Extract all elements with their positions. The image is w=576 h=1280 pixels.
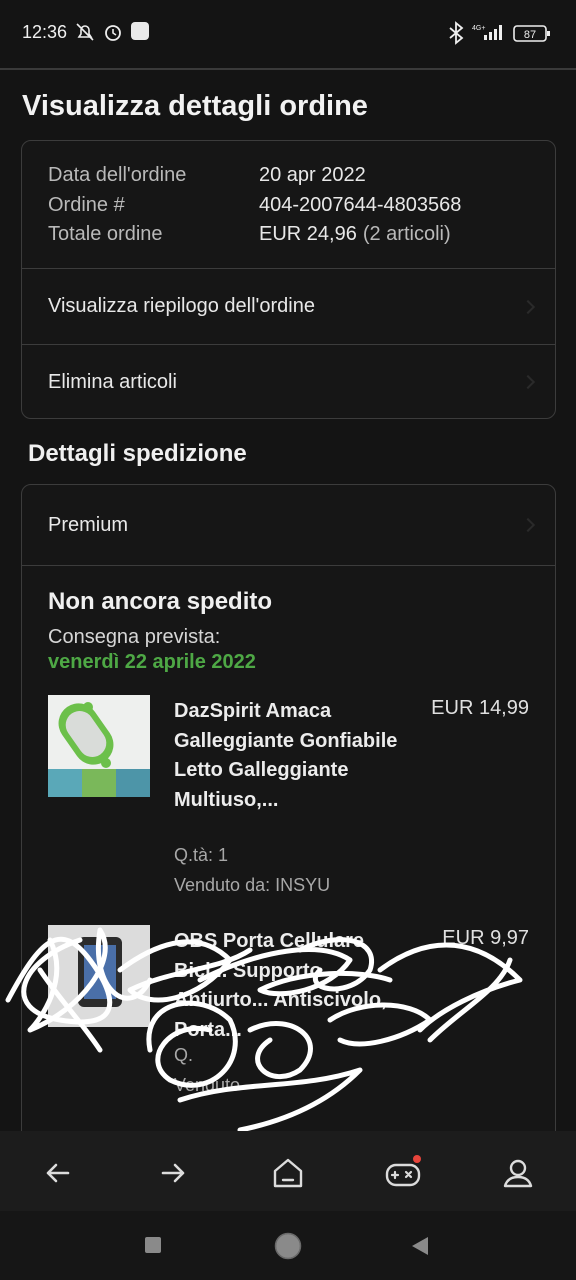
order-number-label: Ordine # — [48, 193, 125, 216]
delete-items-link[interactable]: Elimina articoli — [22, 344, 555, 418]
network-type-label: 4G+ — [472, 25, 485, 32]
phone-bike-mount-image — [48, 925, 150, 1027]
order-date-value: 20 apr 2022 — [259, 164, 366, 186]
view-order-summary-link[interactable]: Visualizza riepilogo dell'ordine — [22, 269, 555, 344]
back-arrow-icon[interactable] — [38, 1153, 78, 1193]
product-seller: Venduto da: INSYU — [174, 875, 331, 895]
app-notification-icon — [131, 22, 149, 40]
order-item-count: (2 articoli) — [362, 223, 451, 245]
shipping-method-row[interactable]: Premium — [22, 485, 555, 566]
chevron-right-icon — [520, 374, 536, 390]
alarm-icon — [105, 25, 121, 41]
bluetooth-icon — [449, 21, 464, 45]
notifications-muted-icon — [76, 23, 94, 41]
status-bar: 12:36 4G+ 87 — [0, 0, 576, 68]
chevron-right-icon — [520, 299, 536, 314]
shipment-details: Non ancora spedito Consegna prevista: ve… — [22, 566, 555, 1155]
back-triangle-icon[interactable] — [410, 1235, 430, 1257]
home-circle-icon[interactable] — [274, 1232, 302, 1260]
order-info-card: Data dell'ordine 20 apr 2022 Ordine # 40… — [21, 140, 556, 419]
chevron-right-icon — [520, 517, 536, 533]
shipping-method-label: Premium — [48, 513, 129, 536]
product-seller: Venduto — [174, 1075, 241, 1095]
product-title[interactable]: OBS Porta Cellulare Bici... Supporto Ant… — [174, 927, 414, 1045]
order-item[interactable]: OBS Porta Cellulare Bici... Supporto Ant… — [48, 925, 529, 1155]
shipping-card: Premium Non ancora spedito Consegna prev… — [21, 484, 556, 1184]
product-quantity: Q. — [174, 1045, 194, 1065]
delivery-estimate-label: Consegna prevista: — [48, 626, 221, 648]
order-date-label: Data dell'ordine — [48, 164, 187, 186]
order-total-label: Totale ordine — [48, 223, 163, 245]
product-price: EUR 14,99 — [431, 697, 529, 719]
header-divider — [0, 68, 576, 70]
product-thumbnail[interactable] — [48, 695, 150, 797]
delivery-estimate-date: venerdì 22 aprile 2022 — [48, 651, 256, 673]
view-order-summary-label: Visualizza riepilogo dell'ordine — [48, 295, 315, 317]
product-quantity: Q.tà: 1 — [174, 845, 229, 865]
home-icon[interactable] — [268, 1153, 308, 1193]
product-title[interactable]: DazSpirit Amaca Galleggiante Gonfiabile … — [174, 697, 414, 815]
bottom-navigation-bar — [0, 1131, 576, 1211]
delete-items-label: Elimina articoli — [48, 370, 177, 393]
order-number-row: Ordine # 404-2007644-4803568 — [48, 191, 555, 221]
forward-arrow-icon[interactable] — [153, 1153, 193, 1193]
order-info-grid: Data dell'ordine 20 apr 2022 Ordine # 40… — [22, 141, 555, 269]
shipping-section-title: Dettagli spedizione — [28, 440, 247, 467]
shipment-status: Non ancora spedito — [48, 588, 273, 615]
page-title: Visualizza dettagli ordine — [22, 90, 368, 122]
battery-level: 87 — [524, 29, 536, 41]
order-total-row: Totale ordine EUR 24,96 (2 articoli) — [48, 220, 555, 250]
order-date-row: Data dell'ordine 20 apr 2022 — [48, 161, 555, 191]
game-controller-icon[interactable] — [383, 1153, 423, 1193]
order-number-value: 404-2007644-4803568 — [259, 193, 462, 216]
profile-icon[interactable] — [498, 1153, 538, 1193]
order-item[interactable]: DazSpirit Amaca Galleggiante Gonfiabile … — [48, 695, 529, 925]
product-thumbnail[interactable] — [48, 925, 150, 1027]
cellular-signal-icon: 4G+ — [472, 25, 502, 40]
inflatable-hammock-image — [48, 695, 150, 797]
product-price: EUR 9,97 — [442, 927, 529, 949]
order-total-value: EUR 24,96 — [259, 223, 357, 245]
system-navigation-bar — [0, 1211, 576, 1280]
status-time: 12:36 — [22, 22, 68, 42]
recent-apps-icon[interactable] — [144, 1236, 162, 1254]
battery-icon: 87 — [513, 25, 550, 42]
